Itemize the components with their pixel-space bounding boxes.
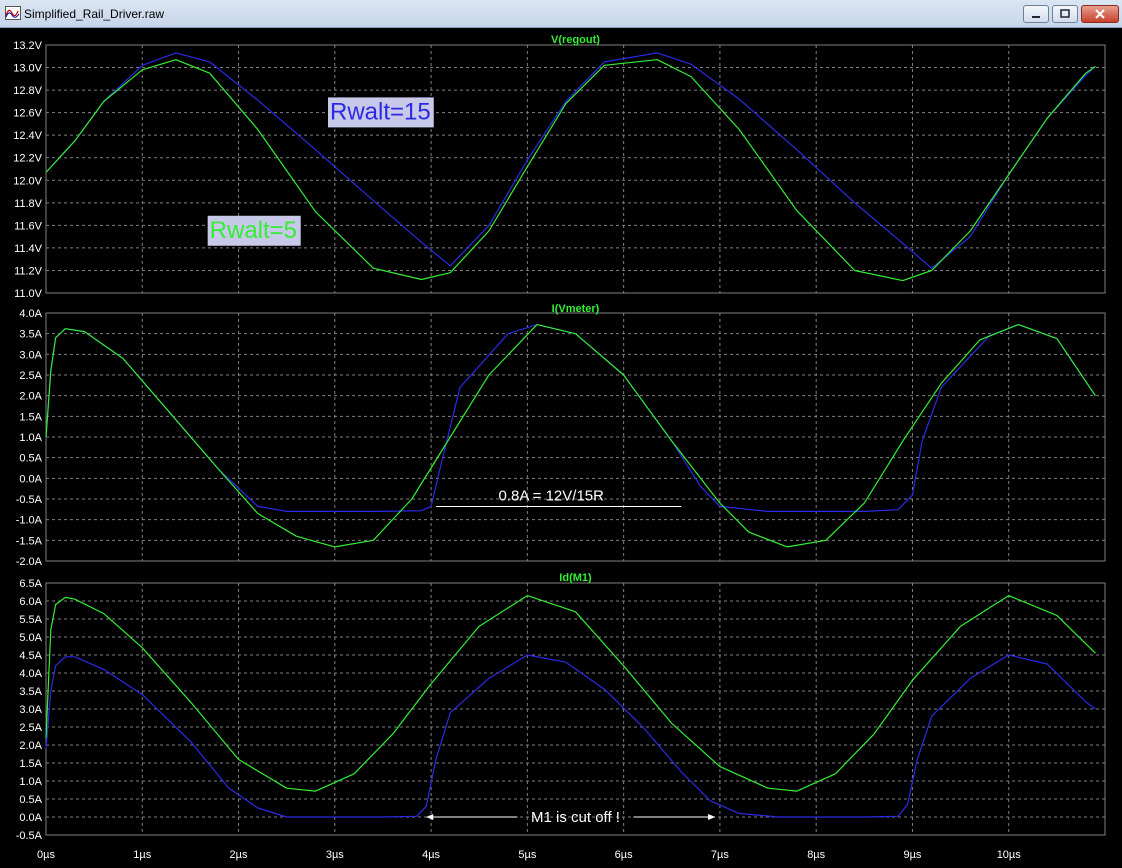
x-tick-label: 2µs bbox=[230, 849, 248, 861]
plot-pane-3[interactable]: -0.5A 0.0A 0.5A 1.0A 1.5A 2.0A 2.5A 3.0A 3.5A 4.0… bbox=[16, 572, 1106, 861]
y-tick-label: 12.8V bbox=[13, 85, 42, 97]
close-icon bbox=[1095, 9, 1105, 19]
restore-icon bbox=[1060, 9, 1070, 18]
x-tick-label: 10µs bbox=[997, 849, 1022, 861]
y-tick-label: 12.0V bbox=[13, 175, 42, 187]
pane-title: I(Vmeter) bbox=[552, 303, 600, 315]
close-button[interactable] bbox=[1081, 5, 1119, 23]
y-tick-label: 4.0A bbox=[19, 668, 42, 680]
y-tick-label: 0.5A bbox=[19, 794, 42, 806]
y-tick-label: 5.0A bbox=[19, 632, 42, 644]
y-tick-label: 0.5A bbox=[19, 453, 42, 465]
y-tick-label: 1.5A bbox=[19, 758, 42, 770]
y-tick-label: 3.5A bbox=[19, 686, 42, 698]
y-tick-label: 2.5A bbox=[19, 370, 42, 382]
annotation-label: Rwalt=5 bbox=[210, 217, 297, 244]
annotation-label: 0.8A = 12V/15R bbox=[498, 487, 604, 504]
series-line-rwalt15[interactable] bbox=[45, 654, 1096, 818]
y-tick-label: 1.0A bbox=[19, 776, 42, 788]
x-tick-label: 9µs bbox=[903, 849, 921, 861]
y-tick-label: -1.5A bbox=[16, 535, 43, 547]
minimize-icon bbox=[1032, 16, 1040, 18]
plot-pane-1[interactable]: 11.0V 11.2V 11.4V 11.6V 11.8V 12.0V 12.2V 12.4V… bbox=[13, 34, 1106, 300]
y-tick-label: 12.4V bbox=[13, 130, 42, 142]
y-tick-label: 2.0A bbox=[19, 391, 42, 403]
x-tick-label: 1µs bbox=[133, 849, 151, 861]
y-tick-label: 0.0A bbox=[19, 473, 42, 485]
y-tick-label: -0.5A bbox=[16, 494, 43, 506]
x-tick-label: 4µs bbox=[422, 849, 440, 861]
y-tick-label: 2.0A bbox=[19, 740, 42, 752]
plot-pane-2[interactable]: -2.0A -1.5A -1.0A -0.5A 0.0A 0.5A 1.0A 1.5A 2.0A… bbox=[16, 303, 1106, 568]
x-tick-label: 0µs bbox=[37, 849, 55, 861]
y-tick-label: 12.6V bbox=[13, 108, 42, 120]
y-tick-label: 3.5A bbox=[19, 329, 42, 341]
y-tick-label: 11.2V bbox=[14, 265, 43, 277]
y-tick-label: 11.4V bbox=[14, 243, 43, 255]
y-tick-label: 1.0A bbox=[19, 432, 42, 444]
y-tick-label: -2.0A bbox=[16, 556, 43, 568]
waveform-viewer[interactable]: 11.0V 11.2V 11.4V 11.6V 11.8V 12.0V 12.2V 12.4V… bbox=[0, 28, 1122, 863]
y-tick-label: 0.0A bbox=[19, 812, 42, 824]
y-tick-label: 3.0A bbox=[19, 704, 42, 716]
y-tick-label: 11.8V bbox=[14, 198, 43, 210]
pane-title: Id(M1) bbox=[559, 572, 592, 584]
y-tick-label: -0.5A bbox=[16, 830, 43, 842]
y-tick-label: 6.0A bbox=[19, 596, 42, 608]
y-tick-label: 11.0V bbox=[14, 288, 43, 300]
y-tick-label: 1.5A bbox=[19, 411, 42, 423]
y-tick-label: 6.5A bbox=[19, 578, 42, 590]
y-tick-label: 13.2V bbox=[13, 40, 42, 52]
series-line-rwalt5[interactable] bbox=[45, 324, 1096, 548]
waveform-app-icon bbox=[5, 6, 21, 20]
y-tick-label: 3.0A bbox=[19, 349, 42, 361]
y-tick-label: 13.0V bbox=[13, 63, 42, 75]
arrowhead-right bbox=[708, 814, 716, 820]
y-tick-label: 2.5A bbox=[19, 722, 42, 734]
y-tick-label: 4.5A bbox=[19, 650, 42, 662]
minimize-button[interactable] bbox=[1023, 5, 1049, 23]
series-line-rwalt15[interactable] bbox=[45, 52, 1096, 269]
x-tick-label: 3µs bbox=[326, 849, 344, 861]
series-line-rwalt15[interactable] bbox=[45, 324, 1096, 512]
window-titlebar: Simplified_Rail_Driver.raw bbox=[0, 0, 1122, 28]
x-tick-label: 6µs bbox=[615, 849, 633, 861]
y-tick-label: -1.0A bbox=[16, 515, 43, 527]
series-line-rwalt5[interactable] bbox=[45, 594, 1096, 792]
x-tick-label: 7µs bbox=[711, 849, 729, 861]
annotation-label: M1 is cut off ! bbox=[531, 809, 620, 826]
y-tick-label: 4.0A bbox=[19, 308, 42, 320]
x-tick-label: 5µs bbox=[518, 849, 536, 861]
y-tick-label: 5.5A bbox=[19, 614, 42, 626]
y-tick-label: 11.6V bbox=[14, 220, 43, 232]
pane-title: V(regout) bbox=[551, 34, 600, 46]
y-tick-label: 12.2V bbox=[13, 153, 42, 165]
arrowhead-left bbox=[426, 814, 434, 820]
x-tick-label: 8µs bbox=[807, 849, 825, 861]
waveform-plots[interactable]: 11.0V 11.2V 11.4V 11.6V 11.8V 12.0V 12.2V 12.4V… bbox=[0, 28, 1122, 863]
annotation-label: Rwalt=15 bbox=[330, 98, 431, 125]
window-title: Simplified_Rail_Driver.raw bbox=[24, 7, 165, 21]
maximize-button[interactable] bbox=[1052, 5, 1078, 23]
